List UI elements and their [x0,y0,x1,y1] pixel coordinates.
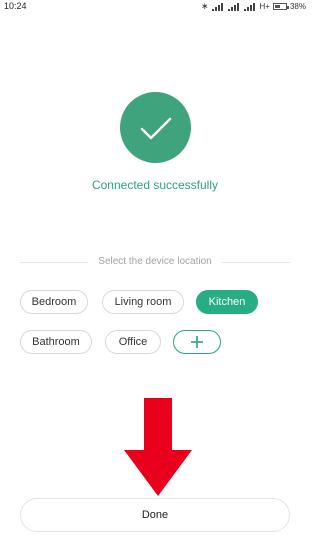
success-check-icon [120,92,191,163]
add-location-button[interactable] [173,330,221,354]
plus-icon [191,336,203,348]
signal-icon [211,2,223,11]
location-chip-living-room[interactable]: Living room [102,290,184,314]
status-bar: 10:24 ∗ H+ 38% [0,0,310,14]
signal-icon [243,2,255,11]
status-time: 10:24 [4,1,27,11]
chip-label: Bathroom [32,336,80,348]
divider-right [222,262,290,263]
arrow-down-icon [124,398,192,496]
location-chip-kitchen[interactable]: Kitchen [196,290,258,314]
battery-level: 38% [289,2,306,11]
battery-icon [272,3,289,10]
done-button[interactable]: Done [20,498,290,532]
bluetooth-icon: ∗ [200,1,209,11]
location-chip-bathroom[interactable]: Bathroom [20,330,92,354]
location-chip-office[interactable]: Office [105,330,161,354]
chip-label: Kitchen [208,296,246,308]
chip-label: Living room [114,296,172,308]
location-chip-bedroom[interactable]: Bedroom [20,290,88,314]
done-label: Done [141,509,169,521]
network-type-label: H+ [259,2,270,11]
status-icons: ∗ H+ 38% [201,0,306,13]
chip-label: Office [118,336,148,348]
checkmark-icon [140,117,172,140]
signal-icon [227,2,239,11]
success-message: Connected successfully [91,178,219,192]
chip-label: Bedroom [31,296,77,308]
